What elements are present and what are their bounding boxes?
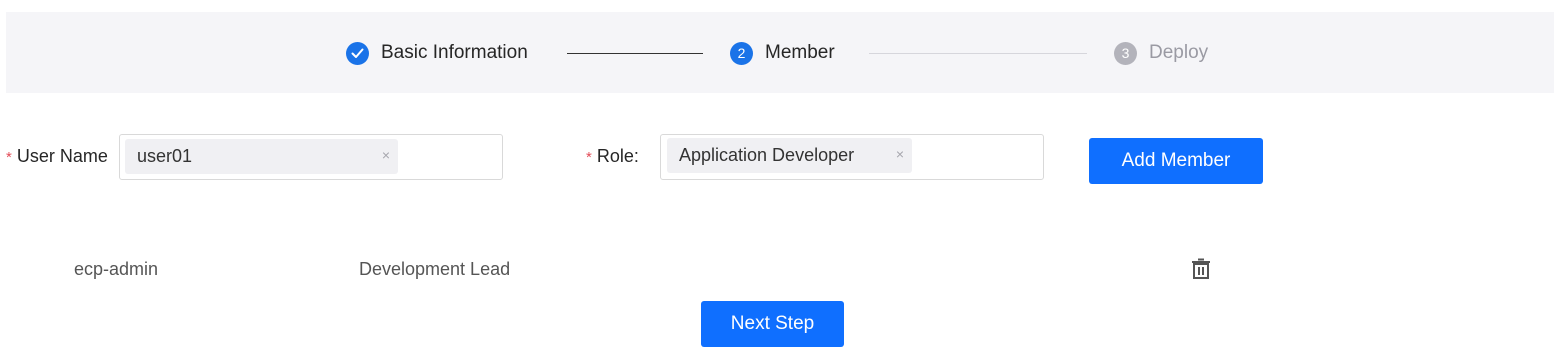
steps-bar: Basic Information 2 Member 3 Deploy	[6, 12, 1554, 93]
required-mark: *	[6, 149, 12, 166]
trash-icon[interactable]	[1190, 258, 1212, 285]
username-label: * User Name	[6, 146, 108, 167]
username-select[interactable]: user01 ×	[119, 134, 503, 180]
step-label: Member	[765, 42, 835, 63]
username-tag-text: user01	[137, 146, 193, 166]
step-connector	[567, 53, 703, 54]
close-icon[interactable]: ×	[896, 146, 904, 162]
close-icon[interactable]: ×	[382, 147, 390, 163]
role-select[interactable]: Application Developer ×	[660, 134, 1044, 180]
member-username: ecp-admin	[74, 259, 159, 279]
role-tag: Application Developer ×	[667, 138, 912, 173]
next-step-button[interactable]: Next Step	[701, 301, 844, 347]
step-number: 2	[730, 41, 753, 65]
username-tag: user01 ×	[125, 139, 398, 174]
step-member[interactable]: 2 Member	[730, 41, 835, 65]
role-tag-text: Application Developer	[679, 145, 855, 165]
required-mark: *	[586, 149, 592, 166]
member-role: Development Lead	[359, 259, 511, 279]
add-member-button[interactable]: Add Member	[1089, 138, 1263, 184]
check-icon	[346, 41, 369, 65]
step-connector	[869, 53, 1087, 54]
step-number: 3	[1114, 41, 1137, 65]
step-deploy[interactable]: 3 Deploy	[1114, 41, 1208, 65]
step-basic-information[interactable]: Basic Information	[346, 41, 528, 65]
step-label: Basic Information	[381, 42, 528, 63]
role-label-text: Role:	[596, 146, 639, 166]
add-member-page: Basic Information 2 Member 3 Deploy * Us…	[0, 0, 1558, 359]
step-label: Deploy	[1149, 42, 1209, 63]
role-label: * Role:	[586, 146, 639, 167]
username-label-text: User Name	[16, 146, 108, 166]
